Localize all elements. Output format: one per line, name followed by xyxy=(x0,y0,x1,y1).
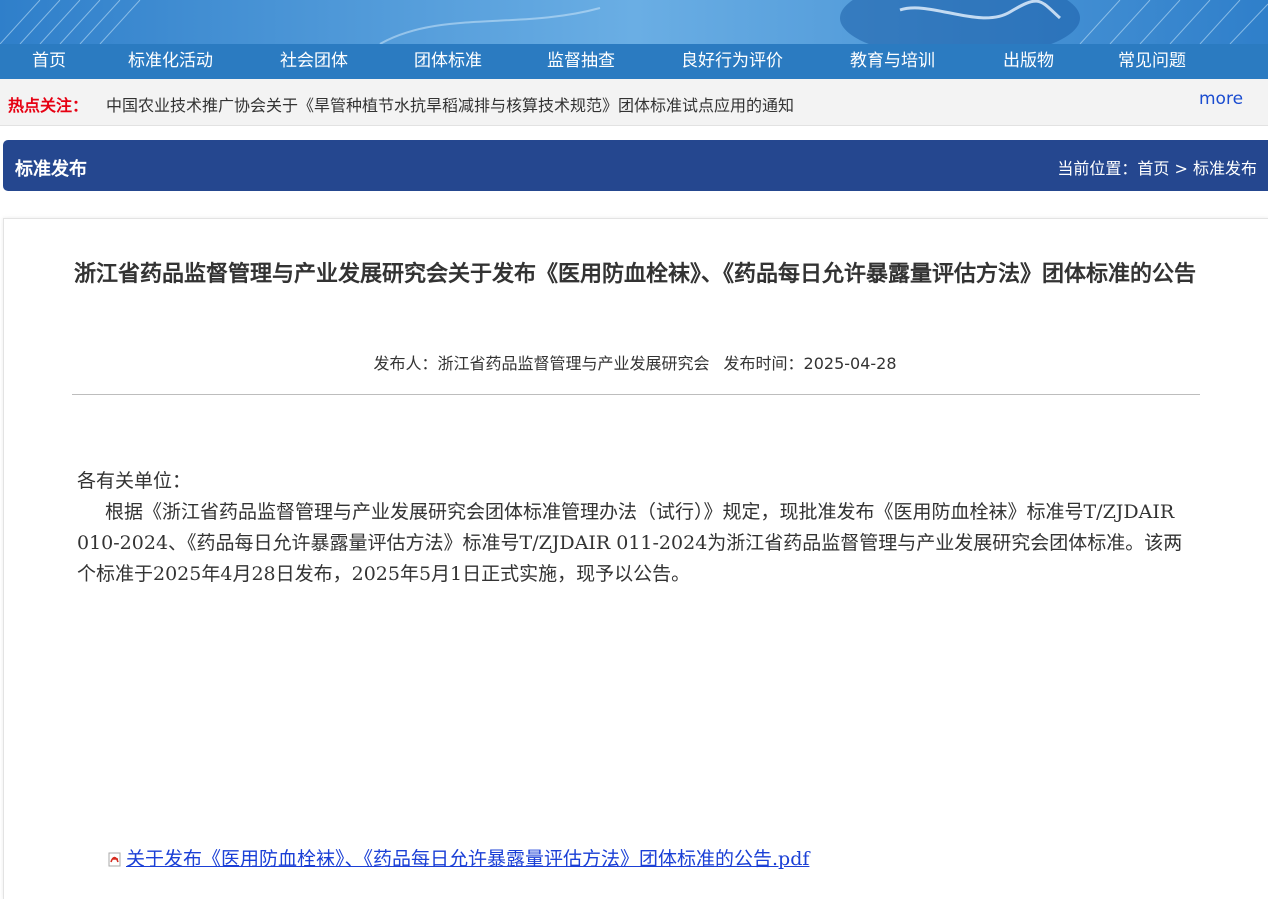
nav-item-faq[interactable]: 常见问题 xyxy=(1118,44,1186,79)
breadcrumb-current[interactable]: 标准发布 xyxy=(1193,159,1257,178)
nav-item-inspection[interactable]: 监督抽查 xyxy=(547,44,615,79)
article-body: 各有关单位： 根据《浙江省药品监督管理与产业发展研究会团体标准管理办法（试行）》… xyxy=(77,466,1201,590)
breadcrumb: 当前位置：首页 > 标准发布 xyxy=(1057,155,1257,179)
article-title: 浙江省药品监督管理与产业发展研究会关于发布《医用防血栓袜》、《药品每日允许暴露量… xyxy=(73,262,1196,287)
date-label: 发布时间： xyxy=(723,354,804,373)
attachment-link[interactable]: 关于发布《医用防血栓袜》、《药品每日允许暴露量评估方法》团体标准的公告.pdf xyxy=(126,848,809,870)
nav-item-organizations[interactable]: 社会团体 xyxy=(280,44,348,79)
header-banner xyxy=(0,0,1268,44)
publisher-label: 发布人： xyxy=(373,354,438,373)
title-divider xyxy=(72,394,1200,395)
banner-graphic xyxy=(0,0,1268,44)
nav-item-publications[interactable]: 出版物 xyxy=(1003,44,1054,79)
breadcrumb-home[interactable]: 首页 xyxy=(1137,159,1169,178)
more-link[interactable]: more xyxy=(1199,89,1243,109)
main-nav: 首页 标准化活动 社会团体 团体标准 监督抽查 良好行为评价 教育与培训 出版物… xyxy=(0,44,1268,79)
nav-item-training[interactable]: 教育与培训 xyxy=(850,44,935,79)
publish-date: 2025-04-28 xyxy=(803,354,897,373)
hot-topic-link[interactable]: 中国农业技术推广协会关于《旱管种植节水抗旱稻减排与核算技术规范》团体标准试点应用… xyxy=(106,92,794,116)
nav-item-home[interactable]: 首页 xyxy=(32,44,66,79)
section-header: 标准发布 当前位置：首页 > 标准发布 xyxy=(3,140,1268,191)
nav-item-evaluation[interactable]: 良好行为评价 xyxy=(681,44,783,79)
breadcrumb-prefix: 当前位置： xyxy=(1057,159,1138,178)
section-title: 标准发布 xyxy=(15,159,87,180)
breadcrumb-separator: > xyxy=(1169,159,1193,178)
nav-item-standardization[interactable]: 标准化活动 xyxy=(128,44,213,79)
article-meta: 发布人：浙江省药品监督管理与产业发展研究会 发布时间：2025-04-28 xyxy=(70,350,1200,374)
hot-topics-label: 热点关注： xyxy=(8,96,89,115)
salutation: 各有关单位： xyxy=(77,470,192,492)
pdf-icon xyxy=(108,850,122,867)
nav-item-group-standards[interactable]: 团体标准 xyxy=(414,44,482,79)
attachment: 关于发布《医用防血栓袜》、《药品每日允许暴露量评估方法》团体标准的公告.pdf xyxy=(108,844,809,871)
body-paragraph: 根据《浙江省药品监督管理与产业发展研究会团体标准管理办法（试行）》规定，现批准发… xyxy=(77,501,1183,585)
publisher-name: 浙江省药品监督管理与产业发展研究会 xyxy=(437,354,710,373)
hot-topics-bar: 热点关注： 中国农业技术推广协会关于《旱管种植节水抗旱稻减排与核算技术规范》团体… xyxy=(0,79,1268,126)
